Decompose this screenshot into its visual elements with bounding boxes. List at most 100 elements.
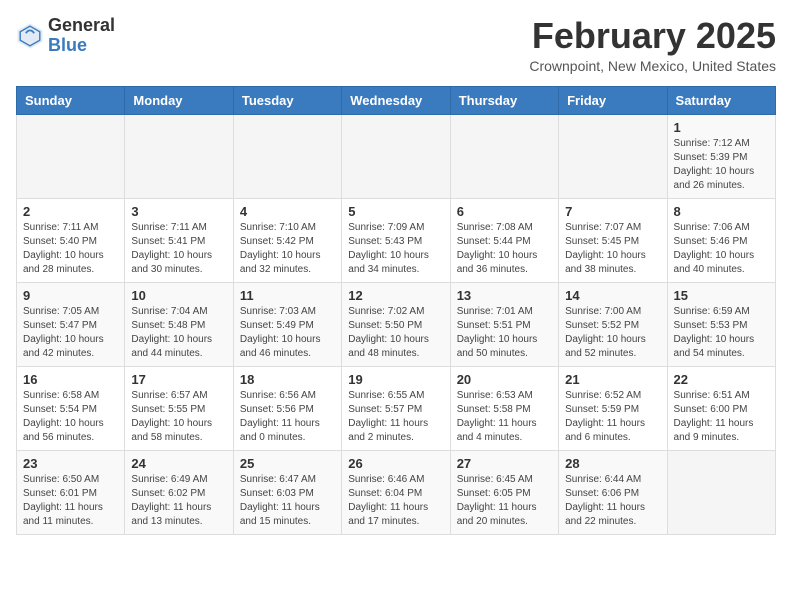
day-number: 6: [457, 204, 552, 219]
day-number: 12: [348, 288, 443, 303]
day-info: Sunrise: 7:12 AM Sunset: 5:39 PM Dayligh…: [674, 137, 769, 193]
weekday-header: Sunday: [17, 86, 125, 114]
calendar-cell: [17, 114, 125, 198]
day-number: 11: [240, 288, 335, 303]
calendar-body: 1 Sunrise: 7:12 AM Sunset: 5:39 PM Daylig…: [17, 114, 776, 534]
weekday-header: Saturday: [667, 86, 775, 114]
day-number: 26: [348, 456, 443, 471]
weekday-header: Thursday: [450, 86, 558, 114]
calendar-cell: 4 Sunrise: 7:10 AM Sunset: 5:42 PM Daylig…: [233, 198, 341, 282]
calendar-cell: 8 Sunrise: 7:06 AM Sunset: 5:46 PM Daylig…: [667, 198, 775, 282]
day-number: 17: [131, 372, 226, 387]
calendar-cell: 15 Sunrise: 6:59 AM Sunset: 5:53 PM Dayli…: [667, 282, 775, 366]
day-info: Sunrise: 6:55 AM Sunset: 5:57 PM Dayligh…: [348, 389, 443, 445]
calendar-cell: 17 Sunrise: 6:57 AM Sunset: 5:55 PM Dayli…: [125, 366, 233, 450]
calendar-week-row: 9 Sunrise: 7:05 AM Sunset: 5:47 PM Daylig…: [17, 282, 776, 366]
calendar-header: SundayMondayTuesdayWednesdayThursdayFrid…: [17, 86, 776, 114]
day-number: 8: [674, 204, 769, 219]
day-number: 5: [348, 204, 443, 219]
day-info: Sunrise: 6:53 AM Sunset: 5:58 PM Dayligh…: [457, 389, 552, 445]
calendar-cell: 16 Sunrise: 6:58 AM Sunset: 5:54 PM Dayli…: [17, 366, 125, 450]
day-number: 2: [23, 204, 118, 219]
day-number: 28: [565, 456, 660, 471]
calendar-cell: 22 Sunrise: 6:51 AM Sunset: 6:00 PM Dayli…: [667, 366, 775, 450]
day-info: Sunrise: 6:47 AM Sunset: 6:03 PM Dayligh…: [240, 473, 335, 529]
weekday-header: Friday: [559, 86, 667, 114]
day-number: 1: [674, 120, 769, 135]
day-info: Sunrise: 6:57 AM Sunset: 5:55 PM Dayligh…: [131, 389, 226, 445]
calendar-cell: 20 Sunrise: 6:53 AM Sunset: 5:58 PM Dayli…: [450, 366, 558, 450]
calendar-cell: 24 Sunrise: 6:49 AM Sunset: 6:02 PM Dayli…: [125, 450, 233, 534]
day-number: 10: [131, 288, 226, 303]
day-info: Sunrise: 7:11 AM Sunset: 5:41 PM Dayligh…: [131, 221, 226, 277]
day-number: 7: [565, 204, 660, 219]
logo: General Blue: [16, 16, 115, 56]
day-number: 15: [674, 288, 769, 303]
calendar-cell: 2 Sunrise: 7:11 AM Sunset: 5:40 PM Daylig…: [17, 198, 125, 282]
day-info: Sunrise: 6:52 AM Sunset: 5:59 PM Dayligh…: [565, 389, 660, 445]
day-number: 3: [131, 204, 226, 219]
calendar-cell: 11 Sunrise: 7:03 AM Sunset: 5:49 PM Dayli…: [233, 282, 341, 366]
day-info: Sunrise: 7:06 AM Sunset: 5:46 PM Dayligh…: [674, 221, 769, 277]
calendar-cell: 12 Sunrise: 7:02 AM Sunset: 5:50 PM Dayli…: [342, 282, 450, 366]
weekday-header: Monday: [125, 86, 233, 114]
logo-blue: Blue: [48, 35, 87, 55]
month-title: February 2025: [529, 16, 776, 56]
calendar-cell: 9 Sunrise: 7:05 AM Sunset: 5:47 PM Daylig…: [17, 282, 125, 366]
day-number: 4: [240, 204, 335, 219]
logo-general: General: [48, 15, 115, 35]
weekday-header: Wednesday: [342, 86, 450, 114]
day-info: Sunrise: 6:59 AM Sunset: 5:53 PM Dayligh…: [674, 305, 769, 361]
calendar-cell: 25 Sunrise: 6:47 AM Sunset: 6:03 PM Dayli…: [233, 450, 341, 534]
calendar-cell: 27 Sunrise: 6:45 AM Sunset: 6:05 PM Dayli…: [450, 450, 558, 534]
day-number: 18: [240, 372, 335, 387]
day-number: 24: [131, 456, 226, 471]
page-header: General Blue February 2025 Crownpoint, N…: [16, 16, 776, 74]
day-info: Sunrise: 7:05 AM Sunset: 5:47 PM Dayligh…: [23, 305, 118, 361]
day-info: Sunrise: 6:58 AM Sunset: 5:54 PM Dayligh…: [23, 389, 118, 445]
calendar-week-row: 2 Sunrise: 7:11 AM Sunset: 5:40 PM Daylig…: [17, 198, 776, 282]
day-number: 14: [565, 288, 660, 303]
day-info: Sunrise: 6:49 AM Sunset: 6:02 PM Dayligh…: [131, 473, 226, 529]
calendar-cell: 14 Sunrise: 7:00 AM Sunset: 5:52 PM Dayli…: [559, 282, 667, 366]
calendar-week-row: 23Sunrise: 6:50 AM Sunset: 6:01 PM Dayli…: [17, 450, 776, 534]
day-number: 22: [674, 372, 769, 387]
day-number: 16: [23, 372, 118, 387]
day-number: 25: [240, 456, 335, 471]
day-info: Sunrise: 7:07 AM Sunset: 5:45 PM Dayligh…: [565, 221, 660, 277]
day-number: 13: [457, 288, 552, 303]
day-info: Sunrise: 7:11 AM Sunset: 5:40 PM Dayligh…: [23, 221, 118, 277]
weekday-header: Tuesday: [233, 86, 341, 114]
day-number: 19: [348, 372, 443, 387]
location: Crownpoint, New Mexico, United States: [529, 58, 776, 74]
day-info: Sunrise: 6:50 AM Sunset: 6:01 PM Dayligh…: [23, 473, 118, 529]
calendar-cell: 26Sunrise: 6:46 AM Sunset: 6:04 PM Dayli…: [342, 450, 450, 534]
day-info: Sunrise: 6:51 AM Sunset: 6:00 PM Dayligh…: [674, 389, 769, 445]
day-number: 20: [457, 372, 552, 387]
day-number: 27: [457, 456, 552, 471]
calendar-cell: [559, 114, 667, 198]
calendar-cell: [233, 114, 341, 198]
day-info: Sunrise: 7:03 AM Sunset: 5:49 PM Dayligh…: [240, 305, 335, 361]
calendar-cell: [667, 450, 775, 534]
logo-icon: [16, 22, 44, 50]
calendar-cell: 1 Sunrise: 7:12 AM Sunset: 5:39 PM Daylig…: [667, 114, 775, 198]
day-info: Sunrise: 7:09 AM Sunset: 5:43 PM Dayligh…: [348, 221, 443, 277]
day-info: Sunrise: 6:56 AM Sunset: 5:56 PM Dayligh…: [240, 389, 335, 445]
calendar-cell: [125, 114, 233, 198]
calendar-cell: [450, 114, 558, 198]
day-info: Sunrise: 7:02 AM Sunset: 5:50 PM Dayligh…: [348, 305, 443, 361]
calendar-cell: [342, 114, 450, 198]
day-info: Sunrise: 7:01 AM Sunset: 5:51 PM Dayligh…: [457, 305, 552, 361]
calendar-cell: 21Sunrise: 6:52 AM Sunset: 5:59 PM Dayli…: [559, 366, 667, 450]
calendar-cell: 6Sunrise: 7:08 AM Sunset: 5:44 PM Daylig…: [450, 198, 558, 282]
day-info: Sunrise: 7:00 AM Sunset: 5:52 PM Dayligh…: [565, 305, 660, 361]
calendar-cell: 13 Sunrise: 7:01 AM Sunset: 5:51 PM Dayli…: [450, 282, 558, 366]
calendar-week-row: 1 Sunrise: 7:12 AM Sunset: 5:39 PM Daylig…: [17, 114, 776, 198]
calendar-cell: 5 Sunrise: 7:09 AM Sunset: 5:43 PM Daylig…: [342, 198, 450, 282]
day-info: Sunrise: 7:10 AM Sunset: 5:42 PM Dayligh…: [240, 221, 335, 277]
calendar-cell: 18 Sunrise: 6:56 AM Sunset: 5:56 PM Dayli…: [233, 366, 341, 450]
day-info: Sunrise: 6:45 AM Sunset: 6:05 PM Dayligh…: [457, 473, 552, 529]
day-number: 9: [23, 288, 118, 303]
calendar-cell: 3 Sunrise: 7:11 AM Sunset: 5:41 PM Daylig…: [125, 198, 233, 282]
